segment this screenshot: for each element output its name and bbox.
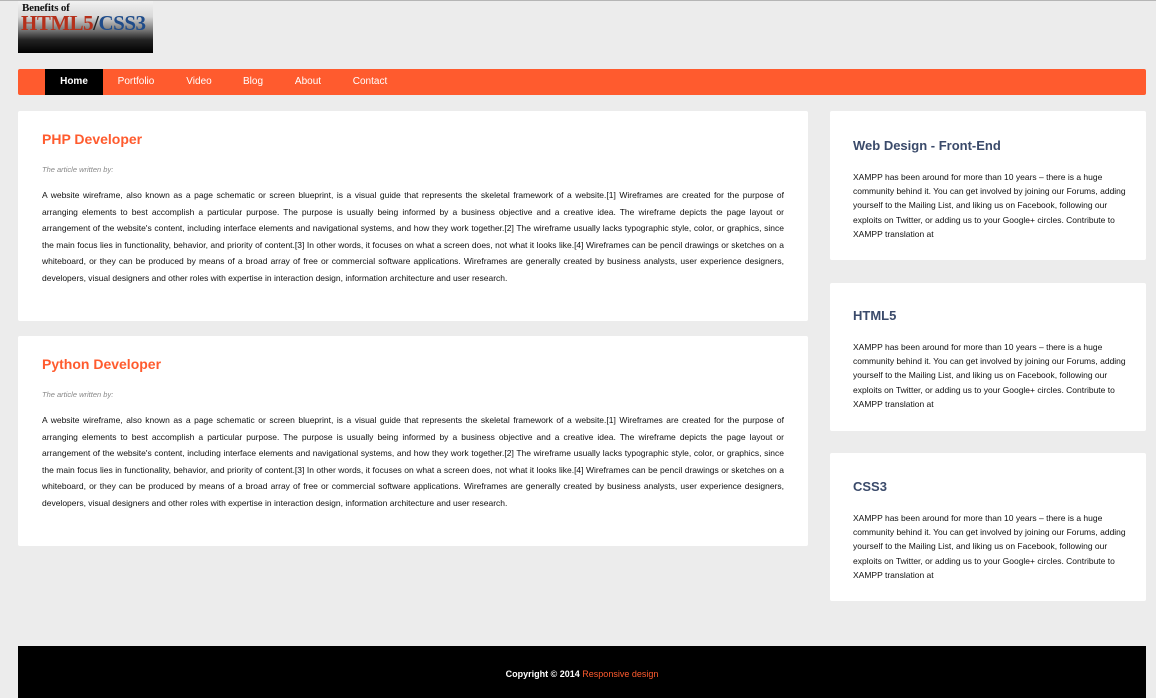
footer-copyright: Copyright © 2014 Responsive design bbox=[18, 669, 1146, 679]
sidebar-widget-css3: CSS3 XAMPP has been around for more than… bbox=[830, 453, 1146, 601]
logo-html5-text: HTML5 bbox=[21, 11, 94, 35]
article-byline: The article written by: bbox=[42, 390, 114, 399]
copyright-text: Copyright © 2014 bbox=[505, 669, 580, 679]
main-nav: Home Portfolio Video Blog About Contact bbox=[18, 69, 1146, 95]
article-title[interactable]: PHP Developer bbox=[42, 131, 142, 147]
article-body: A website wireframe, also known as a pag… bbox=[42, 190, 784, 283]
site-logo[interactable]: Benefits of HTML5/CSS3 bbox=[18, 1, 153, 53]
logo-css3-text: CSS3 bbox=[98, 11, 147, 35]
nav-item-contact[interactable]: Contact bbox=[344, 69, 396, 95]
nav-item-video[interactable]: Video bbox=[175, 69, 223, 95]
widget-body: XAMPP has been around for more than 10 y… bbox=[853, 172, 1126, 239]
widget-title: CSS3 bbox=[853, 479, 887, 494]
article-card: PHP Developer The article written by: A … bbox=[18, 111, 808, 321]
widget-body: XAMPP has been around for more than 10 y… bbox=[853, 342, 1126, 409]
sidebar-widget-web-design: Web Design - Front-End XAMPP has been ar… bbox=[830, 111, 1146, 260]
article-body: A website wireframe, also known as a pag… bbox=[42, 415, 784, 508]
article-title[interactable]: Python Developer bbox=[42, 356, 161, 372]
page-footer: Copyright © 2014 Responsive design bbox=[18, 646, 1146, 698]
nav-item-home[interactable]: Home bbox=[45, 69, 103, 95]
sidebar-widget-html5: HTML5 XAMPP has been around for more tha… bbox=[830, 283, 1146, 431]
widget-title: Web Design - Front-End bbox=[853, 138, 1001, 153]
widget-body: XAMPP has been around for more than 10 y… bbox=[853, 513, 1126, 580]
footer-responsive-design-link[interactable]: Responsive design bbox=[582, 669, 658, 679]
article-byline: The article written by: bbox=[42, 165, 114, 174]
nav-item-portfolio[interactable]: Portfolio bbox=[107, 69, 165, 95]
nav-item-blog[interactable]: Blog bbox=[231, 69, 275, 95]
article-card: Python Developer The article written by:… bbox=[18, 336, 808, 546]
nav-item-about[interactable]: About bbox=[285, 69, 331, 95]
logo-wordmark: HTML5/CSS3 bbox=[21, 11, 146, 36]
widget-title: HTML5 bbox=[853, 308, 897, 323]
